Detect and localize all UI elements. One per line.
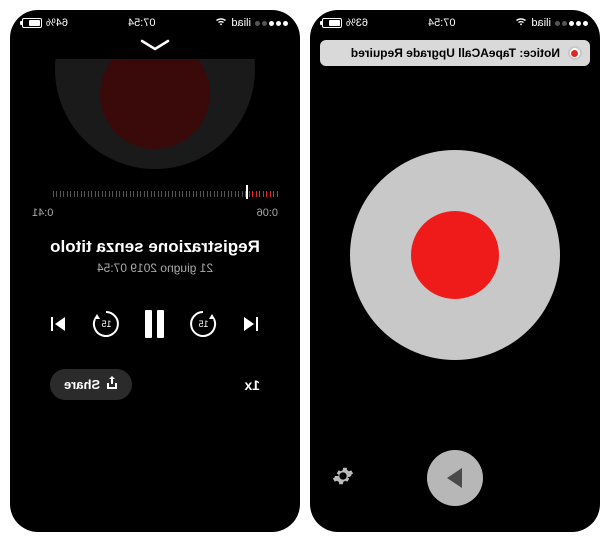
settings-button[interactable] [332,465,354,492]
wifi-icon [515,17,527,29]
battery-icon [22,18,42,28]
upgrade-notice[interactable]: Notice: TapeACall Upgrade Required [320,40,590,66]
notice-text: Notice: TapeACall Upgrade Required [351,46,560,60]
record-button[interactable] [350,150,560,360]
clock: 07:54 [128,17,156,29]
recorder-screen: iliad 07:54 63% Notice: TapeACall Upgrad… [310,10,600,532]
status-bar: iliad 07:54 64% [10,10,300,32]
record-icon [411,211,499,299]
battery-icon [322,18,342,28]
seek-forward-15-button[interactable]: 15 [90,307,124,341]
signal-icon [255,21,288,26]
playback-speed-button[interactable]: 1x [244,377,260,393]
share-button[interactable]: Share [50,369,132,400]
scrubber[interactable]: 0:06 0:41 [10,179,300,219]
waveform [32,191,278,197]
skip-next-button[interactable] [48,314,68,334]
playback-controls: 15 15 [10,285,300,363]
battery-pct: 64% [46,17,68,29]
share-label: Share [64,377,100,392]
share-icon [106,376,118,393]
wifi-icon [215,17,227,29]
track-title: Registrazione senza titolo [20,237,290,257]
battery-pct: 63% [346,17,368,29]
record-dot-icon [568,46,582,60]
playback-screen: iliad 07:54 64% 0:06 [10,10,300,532]
status-bar: iliad 07:54 63% [310,10,600,32]
recording-artwork [10,59,300,179]
play-recordings-button[interactable] [427,450,483,506]
time-remaining: 0:41 [32,207,53,219]
signal-icon [555,21,588,26]
chevron-down-icon[interactable] [138,38,172,57]
track-subtitle: 21 giugno 2019 07:54 [20,261,290,275]
time-elapsed: 0:06 [257,207,278,219]
clock: 07:54 [428,17,456,29]
carrier-label: iliad [531,17,551,29]
skip-previous-button[interactable] [243,314,263,334]
carrier-label: iliad [231,17,251,29]
playhead[interactable] [246,185,248,199]
pause-button[interactable] [146,310,165,338]
seek-back-15-button[interactable]: 15 [187,307,221,341]
